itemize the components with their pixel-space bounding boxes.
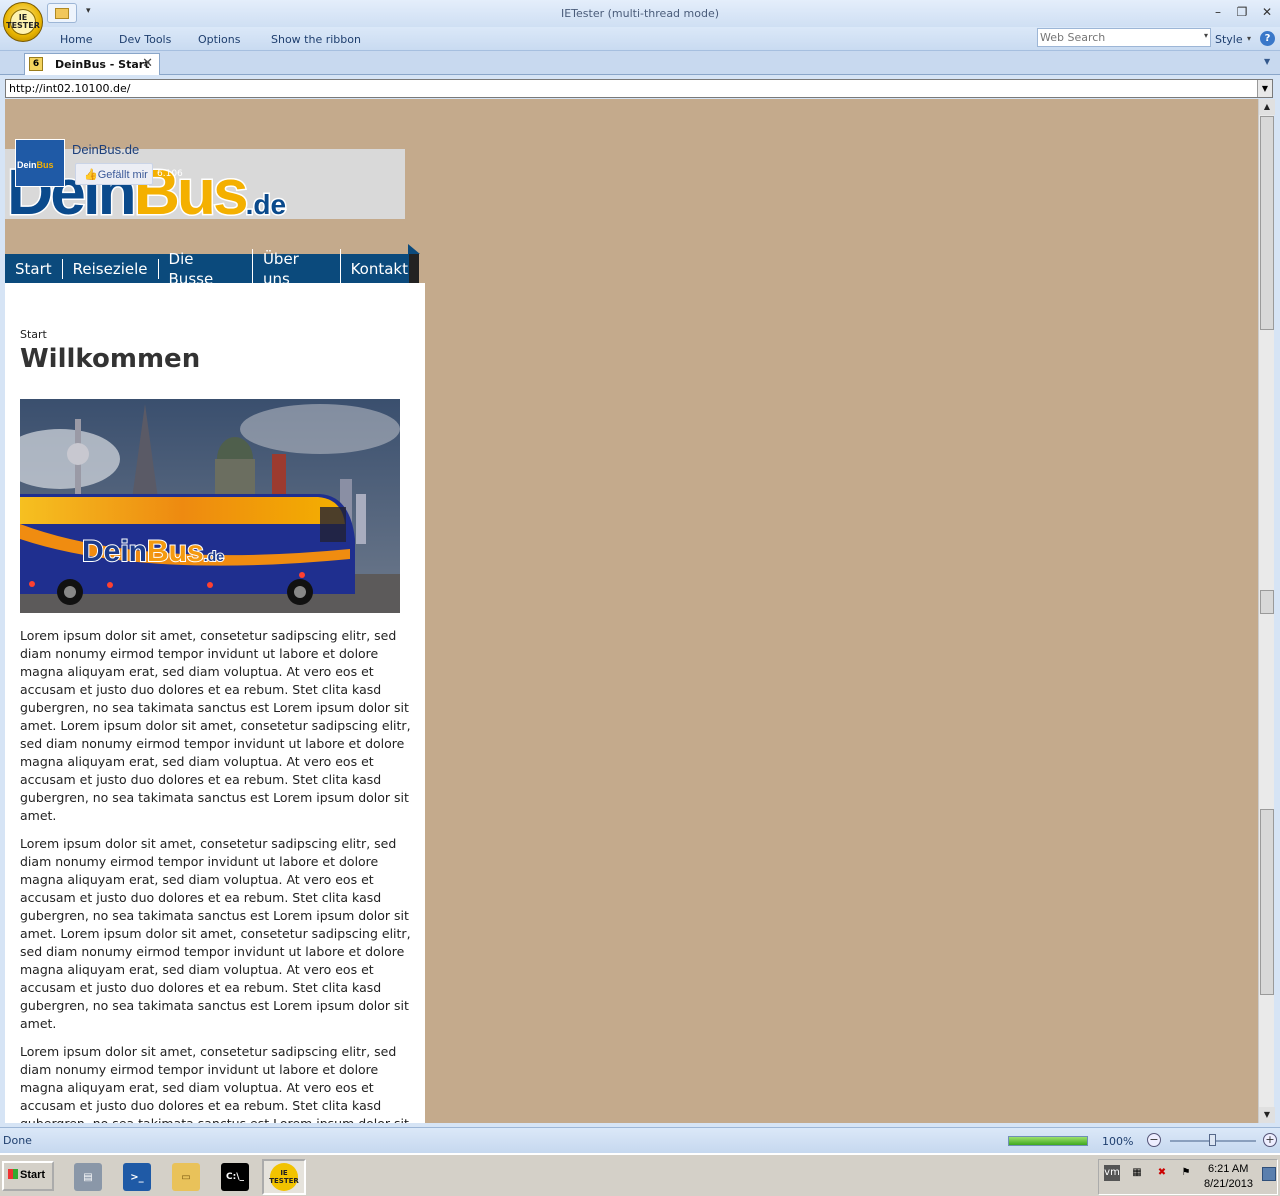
intro-paragraph-2: Lorem ipsum dolor sit amet, consetetur s… <box>20 836 411 1031</box>
style-dropdown-icon[interactable]: ▾ <box>1247 34 1251 43</box>
help-icon[interactable]: ? <box>1260 31 1275 46</box>
nav-end-tab <box>409 254 419 283</box>
vertical-scrollbar[interactable]: ▲ ▼ <box>1258 99 1275 1123</box>
nav-item-kontakt[interactable]: Kontakt <box>341 259 418 279</box>
window-title: IETester (multi-thread mode) <box>560 7 720 20</box>
windows-flag-icon <box>8 1169 18 1179</box>
search-dropdown-icon[interactable]: ▾ <box>1204 31 1208 40</box>
hero-bus-image: DeinBus.de <box>20 399 400 613</box>
facebook-like-button[interactable]: 👍Gefällt mir <box>75 163 153 185</box>
document-tab-title: DeinBus - Start <box>55 58 150 71</box>
web-search-input[interactable] <box>1038 29 1198 46</box>
facebook-page-name[interactable]: DeinBus.de <box>72 142 139 157</box>
nav-item-start[interactable]: Start <box>5 258 63 279</box>
action-center-flag-icon[interactable]: ⚑ <box>1178 1165 1194 1181</box>
thumbs-up-icon: 👍 <box>84 169 98 181</box>
close-window-button[interactable]: ✕ <box>1257 4 1277 20</box>
intro-paragraph-1: Lorem ipsum dolor sit amet, consetetur s… <box>20 628 411 823</box>
hero-bus-illustration: DeinBus.de <box>20 399 400 613</box>
style-menu[interactable]: Style <box>1215 33 1243 46</box>
scroll-up-icon[interactable]: ▲ <box>1259 99 1275 115</box>
powershell-icon[interactable]: >_ <box>115 1159 159 1195</box>
volume-muted-icon[interactable]: ✖ <box>1154 1165 1170 1181</box>
windows-taskbar: Start ▤ >_ ▭ C:\_ IE TESTER vm ▦ ✖ ⚑ 6:21… <box>0 1153 1280 1196</box>
zoom-slider-thumb[interactable] <box>1209 1134 1216 1146</box>
status-text: Done <box>3 1134 32 1147</box>
zoom-in-button[interactable]: + <box>1263 1133 1277 1147</box>
show-desktop-button[interactable] <box>1262 1167 1276 1181</box>
explorer-folder-icon[interactable]: ▭ <box>164 1159 208 1195</box>
title-bar: ▾ IETester (multi-thread mode) – ❐ ✕ <box>0 0 1280 27</box>
vmware-icon[interactable]: vm <box>1104 1165 1120 1181</box>
minimize-button[interactable]: – <box>1208 4 1228 20</box>
zoom-level[interactable]: 100% <box>1102 1135 1133 1148</box>
hero-bus-logo-text: DeinBus.de <box>82 535 224 568</box>
scrollbar-thumb[interactable] <box>1260 116 1274 330</box>
command-prompt-icon[interactable]: C:\_ <box>213 1159 257 1195</box>
tab-list-dropdown-icon[interactable]: ▼ <box>1264 57 1270 66</box>
facebook-page-thumbnail[interactable]: DeinBus <box>15 139 65 187</box>
page-title: Willkommen <box>20 344 201 374</box>
url-input[interactable] <box>6 80 1246 97</box>
clock-date[interactable]: 8/21/2013 <box>1204 1178 1253 1190</box>
tab-options[interactable]: Options <box>198 33 240 46</box>
network-icon[interactable]: ▦ <box>1129 1165 1145 1181</box>
zoom-out-button[interactable]: − <box>1147 1133 1161 1147</box>
load-progress-bar <box>1008 1136 1088 1146</box>
status-bar: Done 100% − + <box>0 1127 1280 1153</box>
app-orb-button[interactable]: IE TESTER <box>3 2 43 42</box>
browser-viewport: DeinBus.de DeinBus DeinBus.de 👍Gefällt m… <box>5 99 1258 1123</box>
web-search-box[interactable]: ▾ <box>1037 28 1211 47</box>
tab-dev-tools[interactable]: Dev Tools <box>119 33 171 46</box>
address-bar[interactable]: ▼ <box>5 79 1273 98</box>
close-tab-icon[interactable]: ✕ <box>142 56 153 71</box>
facebook-like-count: 6.106 <box>157 169 183 179</box>
ietester-logo-icon: IE TESTER <box>6 9 40 35</box>
tab-show-ribbon[interactable]: Show the ribbon <box>271 33 361 46</box>
document-tab-strip: 6 DeinBus - Start ✕ <box>0 51 1280 75</box>
address-dropdown-icon[interactable]: ▼ <box>1257 80 1272 97</box>
ietester-icon[interactable]: IE TESTER <box>262 1159 306 1195</box>
document-tab[interactable]: 6 DeinBus - Start ✕ <box>24 53 160 75</box>
server-manager-icon[interactable]: ▤ <box>66 1159 110 1195</box>
ie6-version-icon: 6 <box>29 57 43 71</box>
scroll-down-icon[interactable]: ▼ <box>1259 1107 1275 1123</box>
breadcrumb[interactable]: Start <box>20 328 47 341</box>
main-navigation: Start Reiseziele Die Busse Über uns Kont… <box>5 248 418 289</box>
clock-time[interactable]: 6:21 AM <box>1208 1163 1248 1175</box>
intro-paragraph-3: Lorem ipsum dolor sit amet, consetetur s… <box>20 1044 409 1123</box>
start-button[interactable]: Start <box>2 1161 54 1191</box>
scrollbar-segment[interactable] <box>1260 590 1274 614</box>
maximize-button[interactable]: ❐ <box>1232 4 1252 20</box>
scrollbar-segment-lower[interactable] <box>1260 809 1274 995</box>
nav-corner-decoration <box>408 244 420 254</box>
site-logo[interactable]: DeinBus.de <box>5 149 405 230</box>
tab-home[interactable]: Home <box>60 33 92 46</box>
content-panel: Start Willkommen DeinBus.de Lorem ipsum … <box>5 283 425 1123</box>
nav-item-reiseziele[interactable]: Reiseziele <box>63 258 159 279</box>
